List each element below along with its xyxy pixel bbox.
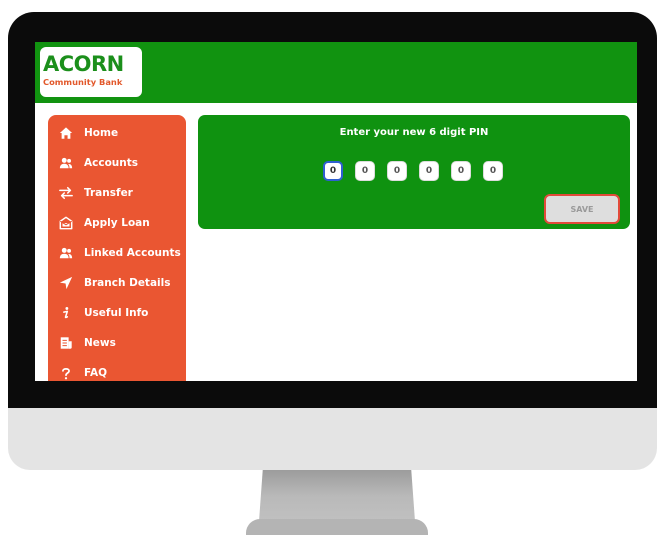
sidebar-item-label: Home: [84, 127, 119, 139]
pin-digit-4[interactable]: 0: [419, 161, 439, 181]
app-screen: ACORN Community Bank Home Accounts Trans…: [35, 42, 637, 381]
monitor-stand-base: [246, 519, 428, 535]
pin-title: Enter your new 6 digit PIN: [339, 127, 489, 138]
bank-logo[interactable]: ACORN Community Bank: [40, 47, 142, 97]
sidebar-item-apply-loan[interactable]: Apply Loan: [48, 209, 186, 237]
sidebar-item-branch-details[interactable]: Branch Details: [48, 269, 186, 297]
pin-digit-3[interactable]: 0: [387, 161, 407, 181]
location-arrow-icon: [58, 275, 74, 291]
sidebar-item-news[interactable]: News: [48, 329, 186, 357]
pin-digit-1[interactable]: 0: [323, 161, 343, 181]
sidebar-item-label: Apply Loan: [84, 217, 150, 229]
sidebar-item-transfer[interactable]: Transfer: [48, 179, 186, 207]
sidebar-nav: Home Accounts Transfer Apply Loan Linked…: [48, 115, 186, 381]
pin-panel: Enter your new 6 digit PIN 0 0 0 0 0 0 S…: [198, 115, 630, 229]
app-header: ACORN Community Bank: [35, 42, 637, 103]
sidebar-item-label: Linked Accounts: [84, 247, 181, 259]
sidebar-item-useful-info[interactable]: Useful Info: [48, 299, 186, 327]
sidebar-item-accounts[interactable]: Accounts: [48, 149, 186, 177]
sidebar-item-label: Accounts: [84, 157, 139, 169]
sidebar-item-label: News: [84, 337, 116, 349]
logo-name: ACORN: [43, 52, 124, 76]
sidebar-item-label: Useful Info: [84, 307, 149, 319]
loan-icon: [58, 215, 74, 231]
info-icon: [58, 305, 74, 321]
question-icon: [58, 365, 74, 381]
monitor-chin: [8, 408, 657, 470]
sidebar-item-linked-accounts[interactable]: Linked Accounts: [48, 239, 186, 267]
sidebar-item-faq[interactable]: FAQ: [48, 359, 186, 381]
transfer-icon: [58, 185, 74, 201]
save-button[interactable]: SAVE: [544, 194, 620, 224]
pin-digit-5[interactable]: 0: [451, 161, 471, 181]
news-icon: [58, 335, 74, 351]
users-icon: [58, 155, 74, 171]
sidebar-item-label: Transfer: [84, 187, 133, 199]
logo-subtitle: Community Bank: [43, 77, 123, 87]
sidebar-item-label: Branch Details: [84, 277, 171, 289]
users-icon: [58, 245, 74, 261]
home-icon: [58, 125, 74, 141]
pin-digit-2[interactable]: 0: [355, 161, 375, 181]
sidebar-item-label: FAQ: [84, 367, 108, 379]
sidebar-item-home[interactable]: Home: [48, 119, 186, 147]
pin-digit-6[interactable]: 0: [483, 161, 503, 181]
